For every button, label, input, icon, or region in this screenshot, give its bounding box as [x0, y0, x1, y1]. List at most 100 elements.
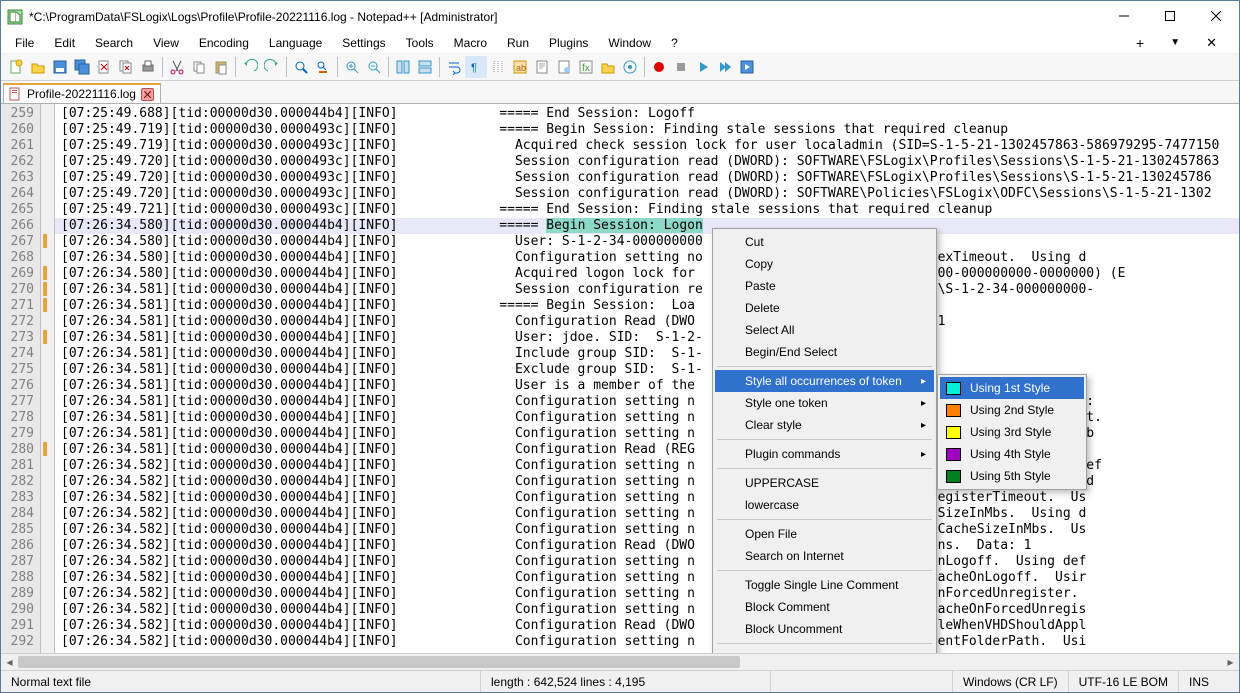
paste-icon[interactable] — [210, 56, 232, 78]
func-list-icon[interactable]: fx — [575, 56, 597, 78]
doc-map-icon[interactable] — [531, 56, 553, 78]
ctx-block-uncomment[interactable]: Block Uncomment — [715, 618, 934, 640]
save-all-icon[interactable] — [71, 56, 93, 78]
zoom-in-icon[interactable] — [341, 56, 363, 78]
svg-text:fx: fx — [582, 63, 590, 74]
scroll-left-icon[interactable]: ◂ — [1, 654, 18, 670]
sync-v-icon[interactable] — [392, 56, 414, 78]
folder-icon[interactable] — [597, 56, 619, 78]
redo-icon[interactable] — [261, 56, 283, 78]
play-multi-icon[interactable] — [714, 56, 736, 78]
monitor-icon[interactable] — [619, 56, 641, 78]
status-encoding[interactable]: UTF-16 LE BOM — [1069, 671, 1179, 692]
ctx-uppercase[interactable]: UPPERCASE — [715, 472, 934, 494]
ctx-style-all-occurrences-of-token[interactable]: Style all occurrences of token — [715, 370, 934, 392]
close-button[interactable] — [1193, 1, 1239, 31]
ctx-plugin-commands[interactable]: Plugin commands — [715, 443, 934, 465]
record-macro-icon[interactable] — [648, 56, 670, 78]
print-icon[interactable] — [137, 56, 159, 78]
file-tab-icon — [8, 87, 22, 101]
maximize-button[interactable] — [1147, 1, 1193, 31]
undo-icon[interactable] — [239, 56, 261, 78]
editor-area: 2592602612622632642652662672682692702712… — [1, 103, 1239, 653]
stop-macro-icon[interactable] — [670, 56, 692, 78]
save-icon[interactable] — [49, 56, 71, 78]
menu-encoding[interactable]: Encoding — [189, 34, 259, 52]
scroll-right-icon[interactable]: ▸ — [1222, 654, 1239, 670]
ctx-open-file[interactable]: Open File — [715, 523, 934, 545]
sync-h-icon[interactable] — [414, 56, 436, 78]
menu-edit[interactable]: Edit — [44, 34, 85, 52]
ctx-style-one-token[interactable]: Style one token — [715, 392, 934, 414]
toolbar-plus-icon[interactable]: + — [1126, 33, 1154, 53]
play-macro-icon[interactable] — [692, 56, 714, 78]
style-using-1st-style[interactable]: Using 1st Style — [940, 377, 1084, 399]
close-all-icon[interactable] — [115, 56, 137, 78]
style-using-4th-style[interactable]: Using 4th Style — [940, 443, 1084, 465]
menu-language[interactable]: Language — [259, 34, 332, 52]
ctx-lowercase[interactable]: lowercase — [715, 494, 934, 516]
style-using-5th-style[interactable]: Using 5th Style — [940, 465, 1084, 487]
file-tab[interactable]: Profile-20221116.log — [3, 83, 161, 103]
open-file-icon[interactable] — [27, 56, 49, 78]
toolbar-x-icon[interactable]: ✕ — [1196, 33, 1227, 53]
new-file-icon[interactable] — [5, 56, 27, 78]
menu-file[interactable]: File — [5, 34, 44, 52]
ctx-toggle-single-line-comment[interactable]: Toggle Single Line Comment — [715, 574, 934, 596]
menu-help[interactable]: ? — [661, 34, 688, 52]
tab-close-icon[interactable] — [141, 88, 154, 101]
window-title: *C:\ProgramData\FSLogix\Logs\Profile\Pro… — [29, 10, 1101, 24]
ctx-delete[interactable]: Delete — [715, 297, 934, 319]
ctx-hide-lines[interactable]: Hide Lines — [715, 647, 934, 653]
indent-guide-icon[interactable] — [487, 56, 509, 78]
doc-list-icon[interactable] — [553, 56, 575, 78]
lang-icon[interactable]: ab — [509, 56, 531, 78]
ctx-block-comment[interactable]: Block Comment — [715, 596, 934, 618]
menu-tools[interactable]: Tools — [396, 34, 444, 52]
save-macro-icon[interactable] — [736, 56, 758, 78]
menu-search[interactable]: Search — [85, 34, 143, 52]
ctx-select-all[interactable]: Select All — [715, 319, 934, 341]
cut-icon[interactable] — [166, 56, 188, 78]
ctx-copy[interactable]: Copy — [715, 253, 934, 275]
toolbar-dropdown-icon[interactable]: ▼ — [1160, 35, 1190, 50]
style-using-3rd-style[interactable]: Using 3rd Style — [940, 421, 1084, 443]
style-submenu[interactable]: Using 1st StyleUsing 2nd StyleUsing 3rd … — [937, 374, 1087, 490]
menu-plugins[interactable]: Plugins — [539, 34, 598, 52]
ctx-cut[interactable]: Cut — [715, 231, 934, 253]
wordwrap-icon[interactable] — [443, 56, 465, 78]
line-number-gutter: 2592602612622632642652662672682692702712… — [1, 104, 41, 653]
menu-run[interactable]: Run — [497, 34, 539, 52]
show-all-chars-icon[interactable]: ¶ — [465, 56, 487, 78]
app-window: *C:\ProgramData\FSLogix\Logs\Profile\Pro… — [0, 0, 1240, 693]
change-marker-gutter — [41, 104, 55, 653]
menu-window[interactable]: Window — [598, 34, 661, 52]
title-bar[interactable]: *C:\ProgramData\FSLogix\Logs\Profile\Pro… — [1, 1, 1239, 32]
horizontal-scrollbar[interactable]: ◂ ▸ — [1, 653, 1239, 670]
file-tab-label: Profile-20221116.log — [27, 87, 136, 101]
minimize-button[interactable] — [1101, 1, 1147, 31]
ctx-paste[interactable]: Paste — [715, 275, 934, 297]
copy-icon[interactable] — [188, 56, 210, 78]
window-controls — [1101, 1, 1239, 32]
status-filetype: Normal text file — [1, 671, 481, 692]
status-length: length : 642,524 lines : 4,195 — [481, 671, 771, 692]
status-position — [771, 671, 953, 692]
menu-macro[interactable]: Macro — [444, 34, 497, 52]
menu-bar: File Edit Search View Encoding Language … — [1, 32, 1239, 54]
context-menu[interactable]: CutCopyPasteDeleteSelect AllBegin/End Se… — [712, 228, 937, 653]
ctx-search-on-internet[interactable]: Search on Internet — [715, 545, 934, 567]
close-file-icon[interactable] — [93, 56, 115, 78]
status-insert-mode[interactable]: INS — [1179, 671, 1239, 692]
ctx-begin-end-select[interactable]: Begin/End Select — [715, 341, 934, 363]
replace-icon[interactable] — [312, 56, 334, 78]
status-bar: Normal text file length : 642,524 lines … — [1, 670, 1239, 692]
zoom-out-icon[interactable] — [363, 56, 385, 78]
menu-settings[interactable]: Settings — [332, 34, 395, 52]
menu-view[interactable]: View — [143, 34, 189, 52]
status-eol[interactable]: Windows (CR LF) — [953, 671, 1069, 692]
ctx-clear-style[interactable]: Clear style — [715, 414, 934, 436]
find-icon[interactable] — [290, 56, 312, 78]
style-using-2nd-style[interactable]: Using 2nd Style — [940, 399, 1084, 421]
scrollbar-thumb[interactable] — [18, 656, 740, 668]
